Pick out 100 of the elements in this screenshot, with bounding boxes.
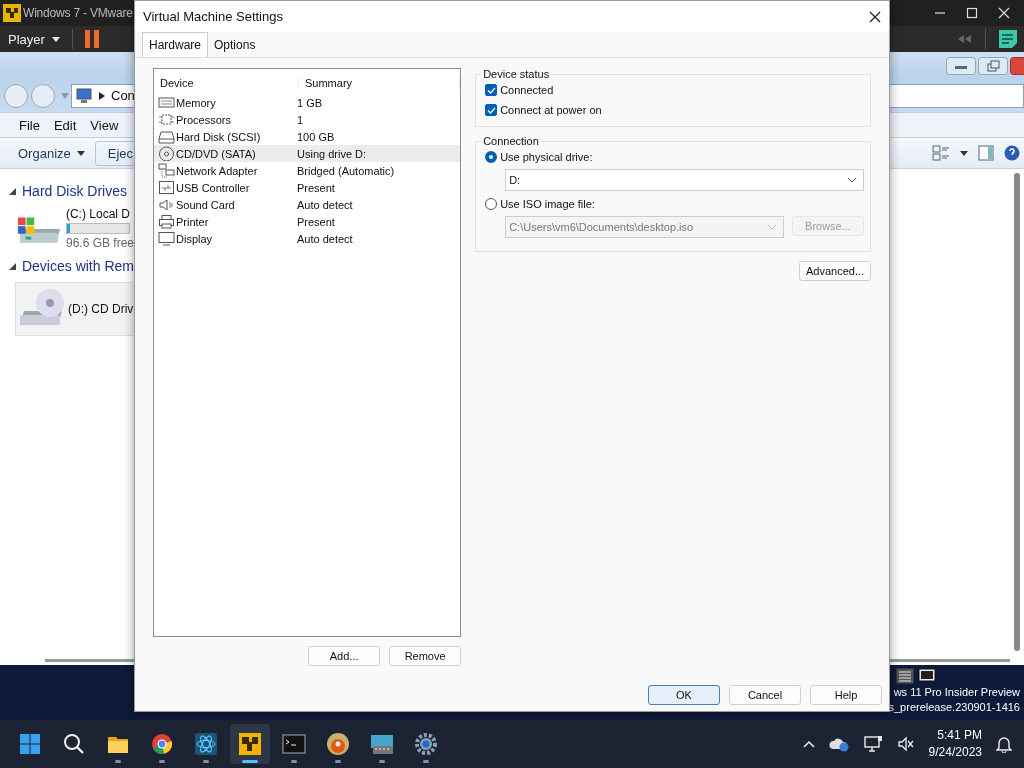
notes-icon[interactable] — [998, 29, 1018, 49]
start-icon — [18, 732, 42, 756]
chip-icon — [158, 112, 175, 127]
device-row[interactable]: Printer Present — [154, 213, 461, 230]
chevron-up-icon[interactable] — [802, 740, 815, 748]
gear-icon — [414, 732, 438, 756]
address-text: Con — [111, 88, 135, 103]
time-text: 5:41 PM — [937, 727, 982, 744]
device-name: Network Adapter — [176, 164, 258, 177]
notification-bell-icon[interactable] — [996, 735, 1012, 753]
caret-icon — [76, 150, 85, 156]
app-logo-icon — [3, 4, 21, 22]
device-name: Printer — [176, 215, 209, 228]
computer-icon — [75, 87, 93, 104]
device-name: USB Controller — [176, 181, 250, 194]
capacity-bar — [65, 223, 130, 234]
screen-view-icon[interactable] — [918, 668, 936, 684]
device-name: CD/DVD (SATA) — [176, 147, 256, 160]
drive-name: (D:) CD Driv — [68, 302, 134, 316]
tab[interactable]: Hardware — [142, 32, 209, 57]
memory-icon — [158, 95, 175, 110]
group-title: Connection — [482, 135, 540, 147]
network-icon[interactable] — [862, 735, 883, 753]
player-menu[interactable]: Player — [8, 31, 60, 47]
keyboard-icon — [370, 732, 394, 756]
device-summary: Auto detect — [296, 232, 354, 245]
chevron-down-icon — [847, 177, 857, 183]
drive-tile[interactable]: (D:) CD Driv — [15, 282, 134, 336]
device-summary: Auto detect — [296, 198, 354, 211]
option-label: Connect at power on — [500, 104, 602, 116]
dialog-button[interactable]: OK — [648, 685, 720, 705]
search-icon — [62, 732, 86, 756]
collapse-icon[interactable] — [9, 262, 16, 270]
drive-name: (C:) Local D — [65, 207, 131, 221]
build-info-text: ws 11 Pro Insider Preview — [893, 685, 1020, 700]
check-icon — [486, 106, 496, 114]
checkbox[interactable] — [485, 84, 498, 96]
menu-item[interactable]: View — [90, 117, 119, 133]
group-title: Device status — [482, 68, 551, 80]
tab[interactable]: Options — [208, 35, 262, 57]
device-row[interactable]: CD/DVD (SATA) Using drive D: — [154, 145, 461, 162]
device-summary: Present — [296, 215, 336, 228]
column-header[interactable]: Summary — [299, 76, 461, 89]
speaker-icon — [158, 197, 175, 212]
list-view-icon[interactable] — [896, 668, 914, 684]
chevron-down-icon — [767, 224, 777, 230]
terminal-icon — [282, 732, 306, 756]
device-summary: 1 — [296, 113, 305, 126]
menu-item[interactable]: Edit — [53, 117, 77, 133]
device-row[interactable]: Display Auto detect — [154, 230, 461, 247]
advanced-button[interactable]: Advanced... — [799, 261, 871, 281]
help-icon[interactable] — [1004, 145, 1020, 161]
device-row[interactable]: Sound Card Auto detect — [154, 196, 461, 213]
disc-icon — [326, 732, 350, 756]
network-icon — [158, 163, 175, 178]
browser-icon — [150, 732, 174, 756]
radio-button[interactable] — [485, 151, 498, 163]
device-row[interactable]: Memory 1 GB — [154, 94, 461, 111]
taskbar-button[interactable] — [230, 724, 270, 764]
clock[interactable]: 5:41 PM 9/24/2023 — [928, 727, 982, 761]
column-header[interactable]: Device — [154, 76, 299, 89]
view-options-icon[interactable] — [932, 145, 950, 161]
device-summary: 100 GB — [296, 130, 336, 143]
cloud-icon[interactable] — [828, 736, 849, 752]
maximize-icon[interactable] — [966, 7, 978, 19]
window-title: Windows 7 - VMware — [23, 6, 133, 20]
printer-icon — [158, 214, 175, 229]
device-name: Display — [176, 232, 213, 245]
device-row[interactable]: Processors 1 — [154, 111, 461, 128]
vertical-scrollbar[interactable] — [1014, 173, 1020, 651]
dialog-button[interactable]: Help — [810, 685, 882, 705]
speaker-muted-icon[interactable] — [896, 736, 915, 752]
pause-icon[interactable] — [84, 30, 99, 48]
app-logo-icon — [238, 732, 262, 756]
dialog-title: Virtual Machine Settings — [143, 9, 283, 24]
option-label: Use ISO image file: — [500, 198, 595, 210]
build-info-text: s_prerelease.230901-1416 — [888, 700, 1020, 715]
checkbox[interactable] — [485, 104, 498, 116]
device-row[interactable]: USB Controller Present — [154, 179, 461, 196]
caret-icon[interactable] — [960, 150, 968, 156]
organize-button[interactable]: Organize — [18, 145, 85, 161]
radio-button[interactable] — [485, 198, 498, 210]
minimize-icon[interactable] — [946, 56, 976, 75]
dialog-button[interactable]: Cancel — [729, 685, 801, 705]
usb-icon — [158, 180, 175, 195]
device-row[interactable]: Hard Disk (SCSI) 100 GB — [154, 128, 461, 145]
device-summary: Using drive D: — [296, 147, 368, 160]
rewind-icon[interactable] — [957, 34, 973, 44]
device-name: Sound Card — [176, 198, 235, 211]
date-text: 9/24/2023 — [928, 744, 982, 761]
chevron-icon — [99, 91, 105, 100]
menu-item[interactable]: File — [19, 117, 40, 133]
free-space-text: 96.6 GB free — [65, 236, 134, 250]
collapse-icon[interactable] — [9, 187, 16, 195]
dropdown-field[interactable]: D: — [505, 169, 864, 191]
device-summary: Present — [296, 181, 336, 194]
list-button[interactable]: Remove — [389, 646, 462, 666]
list-button[interactable]: Add... — [308, 646, 381, 666]
device-row[interactable]: Network Adapter Bridged (Automatic) — [154, 162, 461, 179]
option-label: Use physical drive: — [500, 151, 593, 163]
